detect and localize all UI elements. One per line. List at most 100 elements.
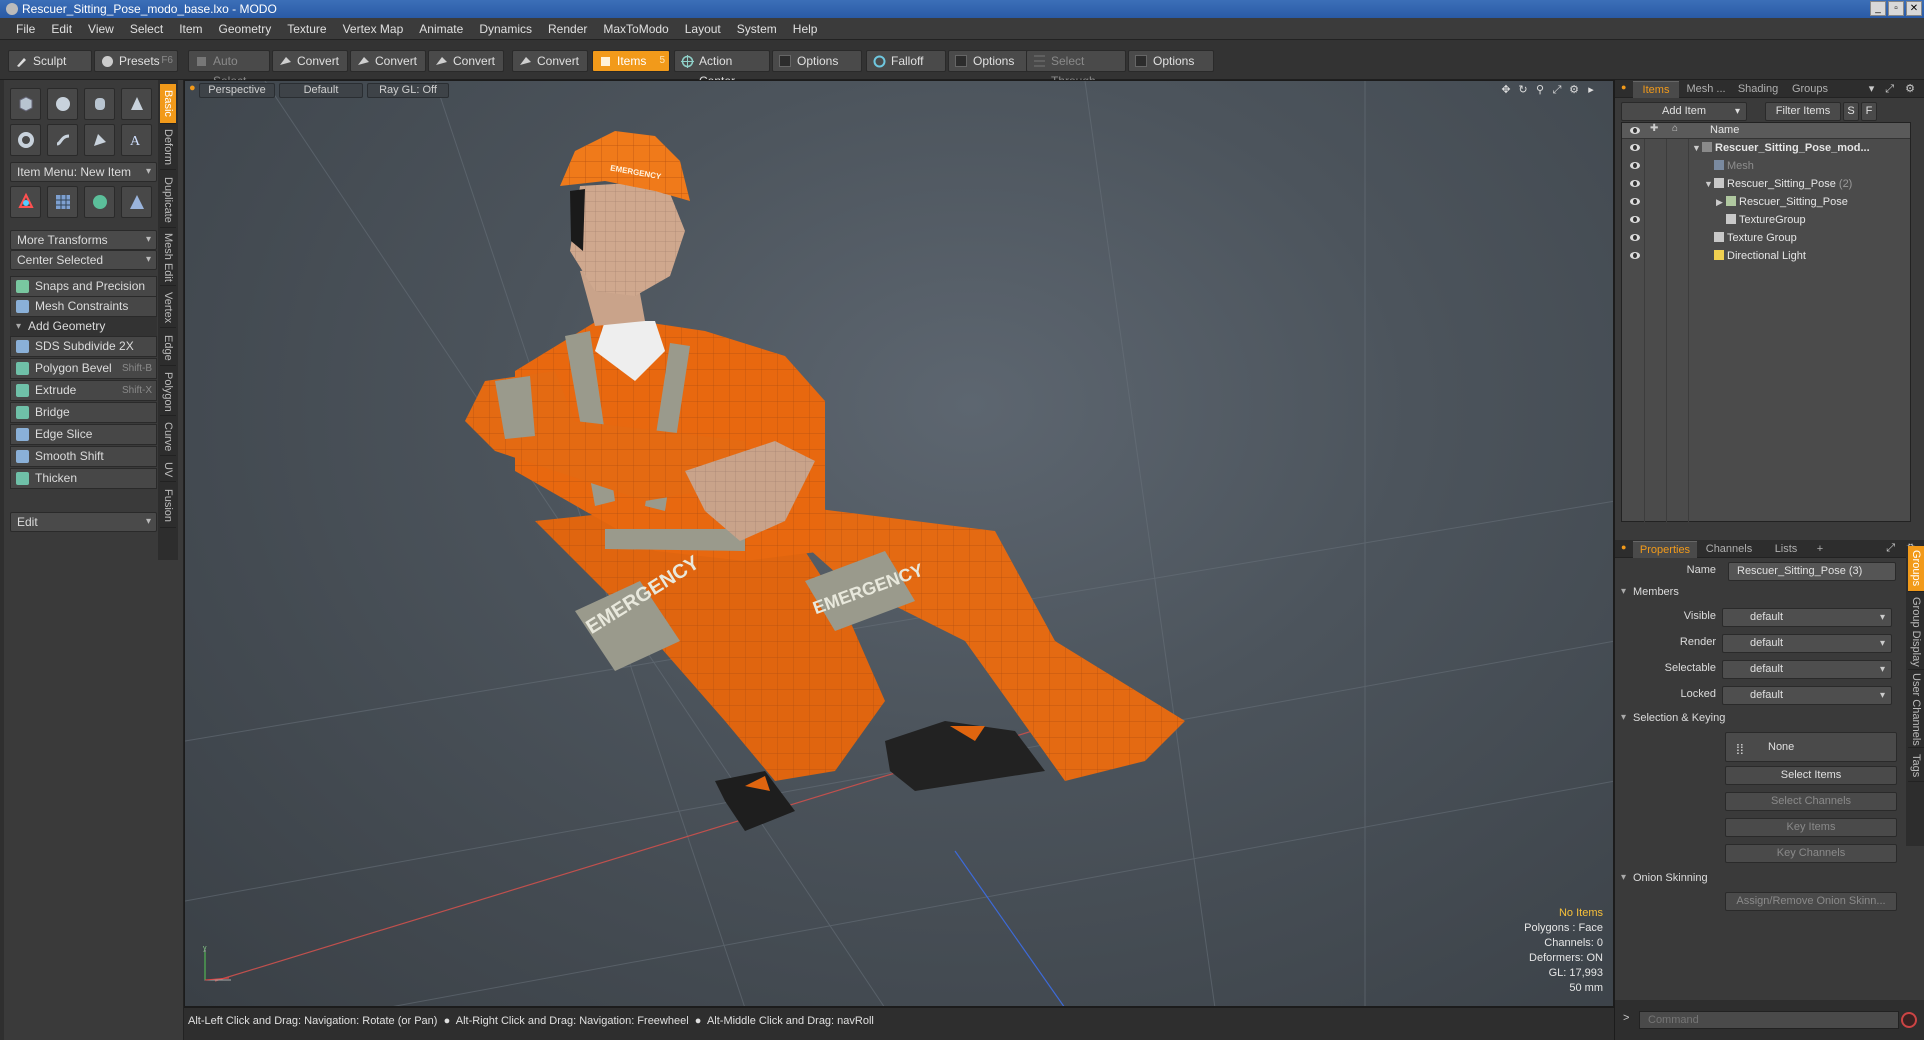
tab-groups-side[interactable]: Groups: [1908, 546, 1924, 592]
f-toggle-button[interactable]: F: [1861, 102, 1877, 121]
tab-mesh-edit[interactable]: Mesh Edit: [160, 230, 176, 286]
add-tab-button[interactable]: +: [1811, 541, 1829, 558]
panel-menu-icon[interactable]: ●: [1621, 82, 1626, 92]
options-checkbox-3[interactable]: [1135, 55, 1147, 67]
key-channels-button[interactable]: Key Channels: [1725, 844, 1897, 863]
visibility-icon[interactable]: [1630, 252, 1640, 259]
tab-group-display[interactable]: Group Display: [1908, 594, 1924, 670]
options-button-1[interactable]: Options: [772, 50, 862, 72]
name-field[interactable]: Rescuer_Sitting_Pose (3): [1728, 562, 1896, 581]
filter-items-button[interactable]: Filter Items: [1765, 102, 1841, 121]
visibility-icon[interactable]: [1630, 162, 1640, 169]
cube-primitive-button[interactable]: [10, 88, 41, 120]
bridge-button[interactable]: Bridge: [10, 402, 157, 423]
edge-slice-button[interactable]: Edge Slice: [10, 424, 157, 445]
options-button-2[interactable]: Options: [948, 50, 1028, 72]
tab-vertex[interactable]: Vertex: [160, 288, 176, 328]
menu-animate[interactable]: Animate: [411, 22, 471, 36]
item-row-locator[interactable]: ▶ Rescuer_Sitting_Pose: [1622, 193, 1910, 211]
select-through-button[interactable]: Select Through: [1026, 50, 1126, 88]
visibility-icon[interactable]: [1630, 234, 1640, 241]
options-checkbox-2[interactable]: [955, 55, 967, 67]
viewport-settings-icon[interactable]: ⚙: [1568, 84, 1580, 96]
auto-select-button[interactable]: Auto Select: [188, 50, 270, 88]
add-item-button[interactable]: Add Item ▾: [1621, 102, 1747, 121]
rotate-view-icon[interactable]: ↻: [1517, 84, 1529, 96]
tab-duplicate[interactable]: Duplicate: [160, 172, 176, 228]
visibility-icon[interactable]: [1630, 198, 1640, 205]
3d-viewport[interactable]: EMERGENCY EMERGENCY EMERGENCY ● Perspect…: [184, 80, 1614, 1007]
s-toggle-button[interactable]: S: [1843, 102, 1859, 121]
viewport-expand-icon[interactable]: ▸: [1585, 84, 1597, 96]
tab-shading[interactable]: Shading: [1733, 81, 1783, 98]
select-items-button[interactable]: Select Items: [1725, 766, 1897, 785]
smooth-shift-button[interactable]: Smooth Shift: [10, 446, 157, 467]
tube-tool-button[interactable]: [47, 124, 78, 156]
menu-item[interactable]: Item: [171, 22, 210, 36]
shading-default-button[interactable]: Default: [279, 83, 363, 98]
item-menu-dropdown[interactable]: Item Menu: New Item: [10, 162, 157, 182]
convert-edge-button[interactable]: Convert: [350, 50, 426, 72]
menu-select[interactable]: Select: [122, 22, 171, 36]
menu-texture[interactable]: Texture: [279, 22, 334, 36]
item-row-texturegroup[interactable]: TextureGroup: [1622, 211, 1910, 229]
options-checkbox-1[interactable]: [779, 55, 791, 67]
minimize-button[interactable]: _: [1870, 1, 1886, 16]
expand-triangle-icon[interactable]: ▼: [1704, 175, 1714, 193]
viewport-menu-icon[interactable]: ●: [189, 82, 196, 94]
item-list[interactable]: ✚ ⌂ Name ▼ Rescuer_Sitting_Pose_mod... Me…: [1621, 122, 1911, 523]
onion-skinning-section[interactable]: Onion Skinning: [1621, 872, 1708, 884]
menu-render[interactable]: Render: [540, 22, 595, 36]
tab-tags[interactable]: Tags: [1908, 750, 1924, 782]
tab-edge[interactable]: Edge: [160, 330, 176, 366]
tab-user-channels[interactable]: User Channels: [1908, 672, 1924, 748]
more-transforms-dropdown[interactable]: More Transforms: [10, 230, 157, 250]
edit-dropdown[interactable]: Edit: [10, 512, 157, 532]
torus-primitive-button[interactable]: [10, 124, 41, 156]
tab-curve[interactable]: Curve: [160, 418, 176, 456]
presets-button[interactable]: Presets F6: [94, 50, 178, 72]
tab-items[interactable]: Items: [1633, 81, 1679, 98]
convert-polygon-button[interactable]: Convert: [428, 50, 504, 72]
tab-fusion[interactable]: Fusion: [160, 484, 176, 528]
move-view-icon[interactable]: ✥: [1500, 84, 1512, 96]
menu-vertex-map[interactable]: Vertex Map: [335, 22, 412, 36]
tab-properties[interactable]: Properties: [1633, 541, 1697, 558]
visibility-icon[interactable]: [1630, 216, 1640, 223]
mesh-constraints-button[interactable]: Mesh Constraints: [10, 296, 157, 317]
menu-view[interactable]: View: [80, 22, 122, 36]
item-row-light[interactable]: Directional Light: [1622, 247, 1910, 265]
add-geometry-section[interactable]: Add Geometry: [10, 317, 157, 336]
tab-deform[interactable]: Deform: [160, 126, 176, 170]
zoom-view-icon[interactable]: ⚲: [1534, 84, 1546, 96]
tab-channels[interactable]: Channels: [1699, 541, 1759, 558]
menu-dynamics[interactable]: Dynamics: [471, 22, 540, 36]
pyramid-tool-button[interactable]: [121, 186, 152, 218]
selectable-dropdown[interactable]: default: [1722, 660, 1892, 679]
menu-help[interactable]: Help: [785, 22, 826, 36]
locked-dropdown[interactable]: default: [1722, 686, 1892, 705]
panel-tools-icons[interactable]: ▾ ⤢ ⚙: [1869, 82, 1919, 96]
sphere-primitive-button[interactable]: [47, 88, 78, 120]
perspective-button[interactable]: Perspective: [199, 83, 275, 98]
pen-tool-button[interactable]: [84, 124, 115, 156]
expand-triangle-icon[interactable]: ▼: [1692, 139, 1702, 157]
cone-primitive-button[interactable]: [121, 88, 152, 120]
key-items-button[interactable]: Key Items: [1725, 818, 1897, 837]
close-button[interactable]: ✕: [1906, 1, 1922, 16]
render-dropdown[interactable]: default: [1722, 634, 1892, 653]
visibility-icon[interactable]: [1630, 144, 1640, 151]
item-row-scene[interactable]: ▼ Rescuer_Sitting_Pose_mod...: [1622, 139, 1910, 157]
visibility-icon[interactable]: [1630, 180, 1640, 187]
command-input[interactable]: [1639, 1011, 1899, 1029]
name-column-header[interactable]: Name: [1710, 124, 1739, 136]
transform-tool-button[interactable]: [10, 186, 41, 218]
cylinder-primitive-button[interactable]: [84, 88, 115, 120]
text-tool-button[interactable]: A: [121, 124, 152, 156]
menu-layout[interactable]: Layout: [677, 22, 729, 36]
members-section[interactable]: Members: [1621, 586, 1679, 598]
tab-polygon[interactable]: Polygon: [160, 368, 176, 416]
menu-edit[interactable]: Edit: [43, 22, 80, 36]
thicken-button[interactable]: Thicken: [10, 468, 157, 489]
panel-menu-icon[interactable]: ●: [1621, 542, 1626, 552]
